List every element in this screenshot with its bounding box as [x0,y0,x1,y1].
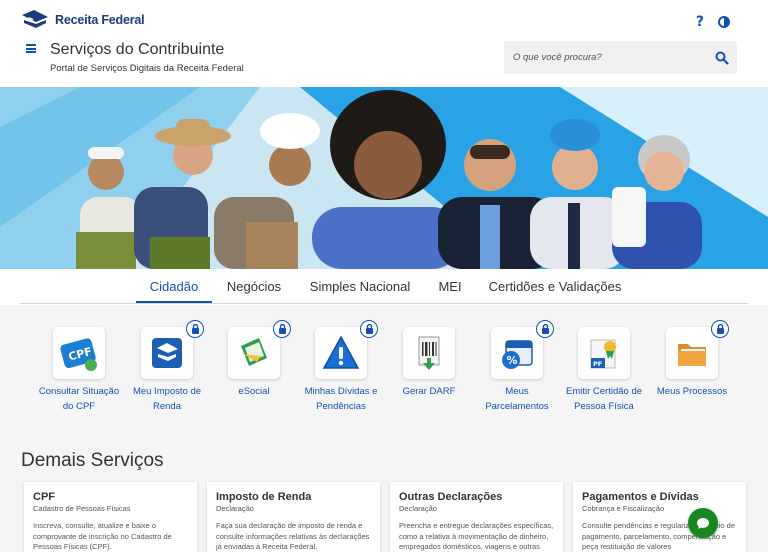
card-subtitle: Declaração [216,504,254,513]
hero-banner [0,87,768,269]
card-title: CPF [33,491,55,503]
service-label: Meu Imposto de Renda [132,386,202,412]
search-icon[interactable] [715,51,729,65]
lock-icon [186,320,204,338]
lock-icon [711,320,729,338]
card-description: Inscreva, consulte, atualize e baixe o c… [33,521,172,551]
search-box [504,41,737,74]
tab-negocios[interactable]: Negócios [216,269,292,303]
service-icon-box [315,320,378,379]
chat-button[interactable] [688,508,718,538]
lock-icon [273,320,291,338]
chat-bubble-icon [697,517,709,529]
calendar-percent-icon: % [502,340,533,369]
service-label: Meus Parcelamentos [485,386,549,412]
card-imposto-de-renda[interactable]: Imposto de Renda Declaração Faça sua dec… [207,482,380,552]
service-gerar-darf[interactable]: Gerar DARF [385,327,473,399]
esocial-icon [241,338,267,366]
service-esocial[interactable]: eSocial [210,320,298,399]
demais-servicos-title: Demais Serviços [21,450,164,471]
header: Receita Federal ? Serviços do Contribuin… [0,0,768,88]
card-description: Faça sua declaração de imposto de renda … [216,521,370,551]
cpf-card-icon: CPF [60,338,97,371]
receita-federal-logo[interactable]: Receita Federal [20,9,145,31]
hamburger-menu-icon[interactable] [26,44,36,53]
card-pagamentos-dividas[interactable]: Pagamentos e Dívidas Cobrança e Fiscaliz… [573,482,746,552]
receita-federal-emblem-icon [22,10,48,28]
svg-text:PF: PF [593,360,602,368]
top-icons: ? [696,14,730,30]
card-description: Preencha e entregue declarações específi… [399,521,554,551]
service-label: eSocial [238,386,270,397]
card-title: Pagamentos e Dívidas [582,491,699,503]
service-emitir-certidao[interactable]: PF Emitir Certidão de Pessoa Física [560,327,648,414]
darf-barcode-icon [418,336,440,370]
service-icon-box: PF [578,327,630,379]
warning-icon [322,335,360,369]
service-label: Minhas Dívidas e Pendências [304,386,378,412]
service-icon-box: CPF [53,327,105,379]
category-tabs: Cidadão Negócios Simples Nacional MEI Ce… [0,269,768,304]
page: Receita Federal ? Serviços do Contribuin… [0,0,768,552]
brand-name: Receita Federal [55,13,145,27]
service-icon-box [666,320,729,379]
tab-cidadao[interactable]: Cidadão [136,269,212,304]
card-title: Imposto de Renda [216,491,312,503]
lock-icon [360,320,378,338]
service-label: Meus Processos [656,386,728,397]
page-subtitle: Portal de Serviços Digitais da Receita F… [50,63,244,74]
tab-certidoes-validacoes[interactable]: Certidões e Validações [482,269,628,303]
card-subtitle: Declaração [399,504,437,513]
search-input[interactable] [504,41,704,74]
service-icon-box [141,320,204,379]
card-subtitle: Cadastro de Pessoas Físicas [33,504,131,513]
income-tax-icon [152,338,182,368]
service-label: Gerar DARF [402,386,456,397]
page-title: Serviços do Contribuinte [50,41,225,58]
certificate-icon: PF [590,339,616,369]
service-label: Emitir Certidão de Pessoa Física [565,386,643,412]
hero-banner-image [0,87,768,269]
svg-text:%: % [507,354,518,367]
service-meus-processos[interactable]: Meus Processos [648,320,736,399]
service-icon-box: % [491,320,554,379]
folder-icon [678,344,706,366]
question-mark-icon[interactable]: ? [696,14,704,30]
service-icon-box [228,320,291,379]
tabs-divider [20,303,748,304]
card-outras-declaracoes[interactable]: Outras Declarações Declaração Preencha e… [390,482,563,552]
contrast-icon[interactable] [718,16,730,28]
tab-simples-nacional[interactable]: Simples Nacional [302,269,418,303]
service-label: Consultar Situação do CPF [38,386,120,412]
tab-mei[interactable]: MEI [430,269,470,303]
card-title: Outras Declarações [399,491,503,503]
service-meu-imposto-renda[interactable]: Meu Imposto de Renda [123,320,211,414]
card-cpf[interactable]: CPF Cadastro de Pessoas Físicas Inscreva… [24,482,197,552]
service-meus-parcelamentos[interactable]: % Meus Parcelamentos [473,320,561,414]
lock-icon [536,320,554,338]
service-icon-box [403,327,455,379]
services-section: CPF Consultar Situação do CPF Meu Impost… [0,305,768,552]
service-consultar-cpf[interactable]: CPF Consultar Situação do CPF [35,327,123,414]
service-minhas-dividas[interactable]: Minhas Dívidas e Pendências [297,320,385,414]
